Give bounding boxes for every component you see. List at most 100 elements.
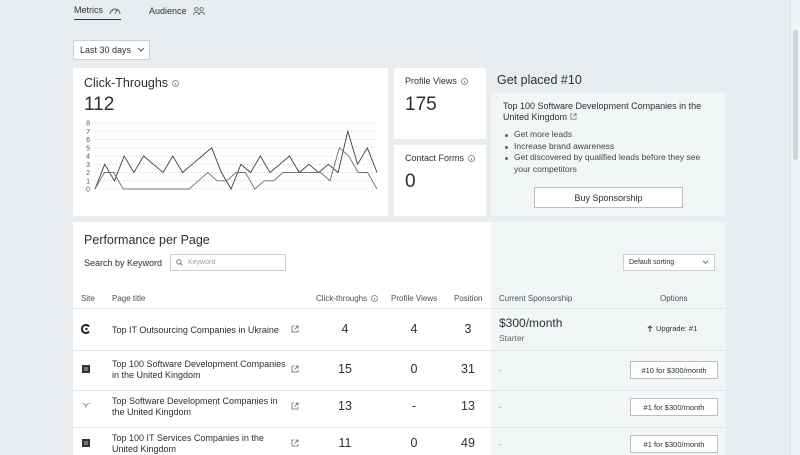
- chevron-down-icon: [702, 260, 709, 264]
- divider: [73, 308, 726, 309]
- y-tick-label: 2: [86, 170, 90, 177]
- sort-select[interactable]: Default sorting: [623, 254, 715, 271]
- chevron-down-icon: [137, 47, 145, 52]
- external-link-icon[interactable]: [291, 439, 299, 447]
- profile-views-title: Profile Views: [405, 76, 468, 86]
- profile-views-cell: 4: [410, 322, 418, 336]
- column-header-sponsorship: Current Sponsorship: [499, 294, 573, 303]
- table-row: Top 100 Software Development Companies i…: [73, 352, 726, 388]
- contact-forms-card: Contact Forms 0: [394, 145, 486, 216]
- y-tick-label: 4: [86, 154, 90, 161]
- get-placed-heading-text: Top 100 Software Development Companies i…: [503, 101, 702, 122]
- info-icon[interactable]: [460, 77, 468, 85]
- table-row: Top 100 IT Services Companies in the Uni…: [73, 425, 726, 455]
- tab-audience[interactable]: Audience: [149, 5, 205, 20]
- external-link-icon[interactable]: [291, 325, 299, 333]
- keyword-search-box[interactable]: [170, 254, 286, 271]
- performance-card: Performance per Page Search by Keyword D…: [73, 222, 726, 455]
- page-scrollbar[interactable]: [790, 0, 800, 455]
- external-link-icon[interactable]: [291, 402, 299, 410]
- y-tick-label: 0: [86, 187, 90, 194]
- sort-value: Default sorting: [629, 259, 675, 266]
- contact-forms-value: 0: [405, 171, 416, 192]
- click-throughs-cell: 13: [338, 399, 352, 413]
- keyword-search-input[interactable]: [188, 259, 278, 266]
- profile-views-cell: -: [411, 399, 417, 413]
- column-header-options: Options: [660, 294, 688, 303]
- info-icon[interactable]: [468, 154, 476, 162]
- column-header-site: Site: [81, 294, 95, 303]
- search-label: Search by Keyword: [84, 258, 163, 268]
- position-cell: 3: [464, 322, 472, 336]
- users-icon: [192, 6, 205, 15]
- list-item: Increase brand awareness: [503, 141, 718, 153]
- position-cell: 49: [461, 436, 475, 450]
- y-tick-label: 5: [86, 145, 90, 152]
- y-tick-label: 7: [86, 129, 90, 136]
- y-tick-label: 8: [86, 121, 90, 128]
- series-line-1: [94, 129, 378, 191]
- gauge-icon: [109, 8, 121, 15]
- click-throughs-card: Click-Throughs 112 8765 4321 0: [73, 68, 388, 216]
- column-header-label: Click-throughs: [316, 294, 368, 303]
- square-logo-icon: [82, 439, 90, 447]
- click-throughs-cell: 11: [338, 436, 352, 450]
- external-link-icon[interactable]: [570, 113, 577, 120]
- buy-position-button[interactable]: #10 for $300/month: [630, 361, 718, 379]
- position-cell: 31: [461, 362, 475, 376]
- click-throughs-label: Click-Throughs: [84, 76, 169, 90]
- profile-views-label: Profile Views: [405, 76, 457, 86]
- upgrade-button[interactable]: Upgrade: #1: [647, 324, 697, 333]
- profile-views-card: Profile Views 175: [394, 68, 486, 139]
- square-logo-icon: [82, 365, 90, 373]
- column-header-position: Position: [454, 294, 483, 303]
- contact-forms-title: Contact Forms: [405, 153, 476, 163]
- performance-title: Performance per Page: [84, 233, 210, 247]
- get-placed-heading[interactable]: Top 100 Software Development Companies i…: [503, 101, 718, 123]
- click-throughs-value: 112: [84, 94, 115, 115]
- sponsorship-plan: Starter: [499, 333, 525, 343]
- page-title[interactable]: Top 100 Software Development Companies i…: [112, 359, 287, 380]
- click-throughs-cell: 15: [338, 362, 352, 376]
- click-throughs-cell: 4: [341, 322, 349, 336]
- date-range-select[interactable]: Last 30 days: [73, 40, 150, 60]
- y-tick-label: 3: [86, 162, 90, 169]
- scrollbar-thumb[interactable]: [793, 30, 798, 160]
- page-title[interactable]: Top 100 IT Services Companies in the Uni…: [112, 433, 287, 454]
- get-placed-title: Get placed #10: [497, 73, 582, 87]
- y-tick-label: 1: [86, 178, 90, 185]
- info-icon[interactable]: [371, 295, 379, 302]
- series-line-2: [94, 146, 378, 190]
- click-throughs-title: Click-Throughs: [84, 76, 180, 90]
- buy-position-button[interactable]: #1 for $300/month: [630, 435, 718, 453]
- column-header-click-throughs: Click-throughs: [316, 294, 379, 303]
- info-icon[interactable]: [172, 79, 180, 87]
- buy-sponsorship-button[interactable]: Buy Sponsorship: [534, 187, 683, 208]
- upgrade-label: Upgrade: #1: [656, 324, 698, 333]
- tab-bar: Metrics Audience: [74, 5, 205, 20]
- tab-label: Metrics: [74, 5, 103, 15]
- sponsorship-cell: -: [499, 403, 502, 412]
- sponsorship-cell: -: [499, 440, 502, 449]
- page-title[interactable]: Top IT Outsourcing Companies in Ukraine: [112, 325, 287, 336]
- sponsorship-price: $300/month: [499, 316, 563, 330]
- list-item: Get more leads: [503, 129, 718, 141]
- date-range-value: Last 30 days: [80, 45, 132, 55]
- sponsorship-cell: $300/month Starter: [499, 316, 562, 343]
- page-title[interactable]: Top Software Development Companies in th…: [112, 396, 287, 417]
- tab-metrics[interactable]: Metrics: [74, 5, 121, 20]
- profile-views-cell: 0: [410, 362, 418, 376]
- divider: [73, 350, 726, 351]
- list-item: Get discovered by qualified leads before…: [503, 152, 718, 175]
- get-placed-benefits: Get more leads Increase brand awareness …: [503, 129, 718, 175]
- external-link-icon[interactable]: [291, 365, 299, 373]
- buy-position-button[interactable]: #1 for $300/month: [630, 398, 718, 416]
- table-row: Top Software Development Companies in th…: [73, 388, 726, 424]
- column-header-profile-views: Profile Views: [391, 294, 438, 303]
- position-cell: 13: [461, 399, 475, 413]
- sponsorship-cell: -: [499, 366, 502, 375]
- c-logo-icon: [81, 324, 90, 334]
- column-header-page-title: Page title: [112, 294, 146, 303]
- y-tick-label: 6: [86, 137, 90, 144]
- click-throughs-chart: 8765 4321 0: [86, 121, 378, 194]
